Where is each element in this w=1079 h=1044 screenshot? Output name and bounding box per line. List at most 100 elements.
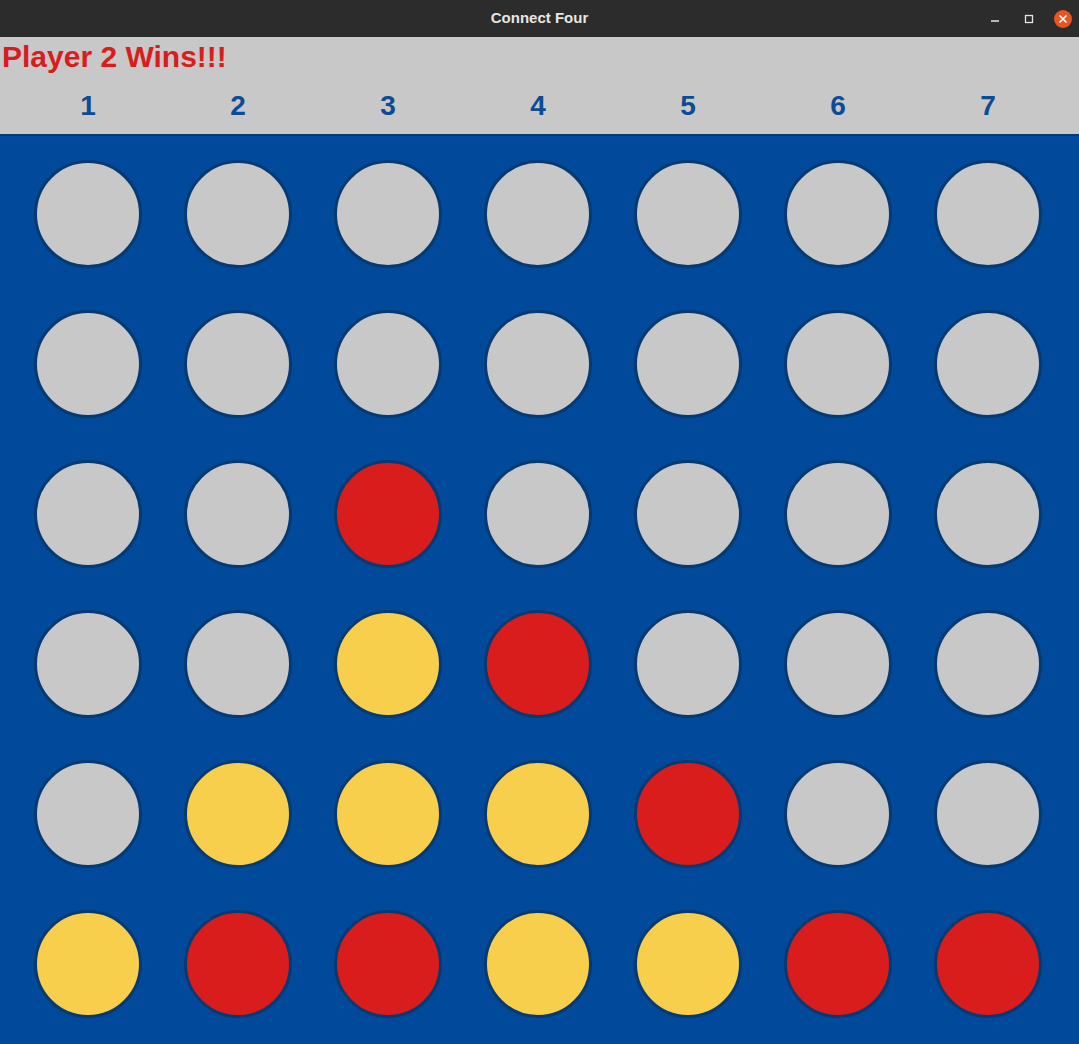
board-slot[interactable] bbox=[763, 739, 913, 889]
window-title: Connect Four bbox=[491, 7, 589, 30]
disc bbox=[484, 310, 592, 418]
board-slot[interactable] bbox=[463, 589, 613, 739]
disc bbox=[184, 310, 292, 418]
column-label[interactable]: 7 bbox=[913, 89, 1063, 123]
disc bbox=[784, 460, 892, 568]
close-button[interactable] bbox=[1053, 9, 1073, 29]
board-row bbox=[13, 139, 1079, 289]
column-label[interactable]: 3 bbox=[313, 89, 463, 123]
title-bar: Connect Four bbox=[0, 0, 1079, 37]
disc bbox=[334, 460, 442, 568]
column-label[interactable]: 1 bbox=[13, 89, 163, 123]
disc bbox=[934, 910, 1042, 1018]
board-slot[interactable] bbox=[163, 139, 313, 289]
board-slot[interactable] bbox=[13, 439, 163, 589]
board-slot[interactable] bbox=[913, 289, 1063, 439]
disc bbox=[184, 460, 292, 568]
disc bbox=[484, 760, 592, 868]
minimize-button[interactable] bbox=[985, 9, 1005, 29]
disc bbox=[634, 610, 742, 718]
board-slot[interactable] bbox=[163, 739, 313, 889]
disc bbox=[184, 610, 292, 718]
disc bbox=[34, 760, 142, 868]
board-slot[interactable] bbox=[763, 439, 913, 589]
close-icon bbox=[1053, 9, 1073, 29]
disc bbox=[34, 460, 142, 568]
board-row bbox=[13, 589, 1079, 739]
disc bbox=[484, 610, 592, 718]
disc bbox=[784, 310, 892, 418]
disc bbox=[934, 610, 1042, 718]
board-slot[interactable] bbox=[163, 439, 313, 589]
disc bbox=[784, 610, 892, 718]
board-slot[interactable] bbox=[763, 289, 913, 439]
disc bbox=[934, 310, 1042, 418]
board-slot[interactable] bbox=[613, 139, 763, 289]
maximize-button[interactable] bbox=[1019, 9, 1039, 29]
disc bbox=[784, 910, 892, 1018]
disc bbox=[184, 760, 292, 868]
disc bbox=[634, 460, 742, 568]
board-slot[interactable] bbox=[763, 589, 913, 739]
board-slot[interactable] bbox=[13, 889, 163, 1039]
disc bbox=[634, 760, 742, 868]
disc bbox=[184, 910, 292, 1018]
board-slot[interactable] bbox=[613, 439, 763, 589]
disc bbox=[784, 160, 892, 268]
board-slot[interactable] bbox=[163, 589, 313, 739]
disc bbox=[484, 460, 592, 568]
board-slot[interactable] bbox=[763, 139, 913, 289]
board-slot[interactable] bbox=[763, 889, 913, 1039]
board-slot[interactable] bbox=[613, 889, 763, 1039]
minimize-icon bbox=[990, 14, 1000, 24]
board-slot[interactable] bbox=[613, 589, 763, 739]
disc bbox=[934, 460, 1042, 568]
board-slot[interactable] bbox=[463, 739, 613, 889]
disc bbox=[634, 160, 742, 268]
game-header: Player 2 Wins!!! 1234567 bbox=[0, 37, 1079, 136]
board-slot[interactable] bbox=[913, 139, 1063, 289]
disc bbox=[784, 760, 892, 868]
board-slot[interactable] bbox=[913, 439, 1063, 589]
board-slot[interactable] bbox=[463, 889, 613, 1039]
board-slot[interactable] bbox=[913, 589, 1063, 739]
board-row bbox=[13, 889, 1079, 1039]
board-slot[interactable] bbox=[313, 589, 463, 739]
board-slot[interactable] bbox=[313, 739, 463, 889]
board-row bbox=[13, 739, 1079, 889]
column-label[interactable]: 4 bbox=[463, 89, 613, 123]
column-label[interactable]: 5 bbox=[613, 89, 763, 123]
board-slot[interactable] bbox=[313, 889, 463, 1039]
disc bbox=[184, 160, 292, 268]
board-slot[interactable] bbox=[313, 439, 463, 589]
disc bbox=[334, 610, 442, 718]
board-slot[interactable] bbox=[313, 289, 463, 439]
board-slot[interactable] bbox=[913, 889, 1063, 1039]
column-label[interactable]: 2 bbox=[163, 89, 313, 123]
board-slot[interactable] bbox=[13, 589, 163, 739]
board-slot[interactable] bbox=[463, 439, 613, 589]
board-slot[interactable] bbox=[163, 889, 313, 1039]
board-slot[interactable] bbox=[463, 289, 613, 439]
disc bbox=[334, 910, 442, 1018]
board-slot[interactable] bbox=[463, 139, 613, 289]
disc bbox=[934, 160, 1042, 268]
board-slot[interactable] bbox=[13, 289, 163, 439]
status-text: Player 2 Wins!!! bbox=[0, 37, 1079, 75]
disc bbox=[334, 310, 442, 418]
board-slot[interactable] bbox=[313, 139, 463, 289]
disc bbox=[334, 760, 442, 868]
column-label[interactable]: 6 bbox=[763, 89, 913, 123]
board-slot[interactable] bbox=[163, 289, 313, 439]
board-slot[interactable] bbox=[613, 289, 763, 439]
disc bbox=[34, 310, 142, 418]
board-slot[interactable] bbox=[13, 739, 163, 889]
board bbox=[0, 136, 1079, 1044]
board-slot[interactable] bbox=[13, 139, 163, 289]
board-slot[interactable] bbox=[913, 739, 1063, 889]
disc bbox=[334, 160, 442, 268]
disc bbox=[634, 910, 742, 1018]
disc bbox=[34, 610, 142, 718]
disc bbox=[484, 160, 592, 268]
board-slot[interactable] bbox=[613, 739, 763, 889]
